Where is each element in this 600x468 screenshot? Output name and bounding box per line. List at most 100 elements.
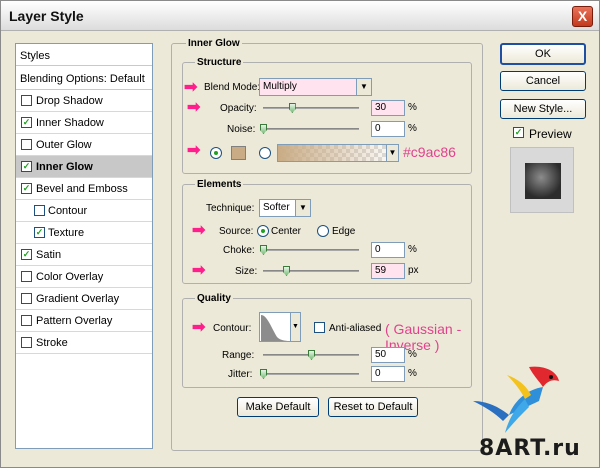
blend-mode-select[interactable]: Multiply ▼ [259, 78, 372, 96]
glow-color-swatch[interactable] [231, 146, 246, 160]
style-item-label: Satin [36, 249, 62, 261]
noise-slider[interactable] [263, 128, 359, 130]
choke-slider-thumb[interactable] [260, 245, 267, 255]
style-item-label: Contour [48, 205, 88, 217]
opacity-slider-thumb[interactable] [288, 103, 296, 113]
style-item-checkbox[interactable]: ✓ [21, 249, 32, 260]
style-item-checkbox[interactable] [21, 271, 32, 282]
styles-header[interactable]: Styles [16, 44, 152, 66]
technique-label: Technique: [206, 203, 255, 214]
style-item-checkbox[interactable] [21, 315, 32, 326]
source-center-radio[interactable] [257, 225, 269, 237]
style-item[interactable]: ✓ Texture [16, 222, 152, 244]
pink-arrow-icon: ➡ [192, 262, 206, 279]
style-item-checkbox[interactable] [21, 95, 32, 106]
style-item-checkbox[interactable] [21, 337, 32, 348]
style-item[interactable]: ✓ Satin [16, 244, 152, 266]
ok-button[interactable]: OK [500, 43, 586, 65]
preview-swatch [525, 163, 561, 199]
style-item-label: Drop Shadow [36, 95, 103, 107]
chevron-down-icon[interactable]: ▼ [290, 313, 300, 341]
chevron-down-icon: ▼ [356, 79, 371, 95]
center-label: Center [271, 226, 302, 237]
style-item-checkbox[interactable]: ✓ [21, 183, 32, 194]
watermark-text: 8ART.ru [479, 436, 581, 461]
style-item-checkbox[interactable] [34, 205, 45, 216]
size-label: Size: [235, 266, 258, 277]
noise-label: Noise: [227, 124, 256, 135]
jitter-slider[interactable] [263, 373, 359, 375]
opacity-input[interactable]: 30 [371, 100, 405, 116]
noise-input[interactable]: 0 [371, 121, 405, 137]
style-item-checkbox[interactable]: ✓ [21, 161, 32, 172]
style-item[interactable]: ✓ Inner Glow [16, 156, 152, 178]
style-item-label: Pattern Overlay [36, 315, 113, 327]
panel-title: Inner Glow [186, 38, 242, 49]
style-item-label: Color Overlay [36, 271, 104, 283]
title-bar: Layer Style X [1, 1, 599, 31]
jitter-input[interactable]: 0 [371, 366, 405, 382]
choke-unit: % [408, 244, 417, 255]
style-item-label: Outer Glow [36, 139, 92, 151]
technique-select[interactable]: Softer ▼ [259, 199, 311, 217]
blend-mode-value: Multiply [263, 81, 297, 92]
jitter-unit: % [408, 368, 417, 379]
size-input[interactable]: 59 [371, 263, 405, 279]
contour-picker[interactable]: ▼ [259, 312, 301, 342]
gradient-radio[interactable] [259, 147, 271, 159]
style-item[interactable]: Color Overlay [16, 266, 152, 288]
style-item-checkbox[interactable] [21, 139, 32, 150]
range-input[interactable]: 50 [371, 347, 405, 363]
style-item-label: Texture [48, 227, 85, 239]
choke-input[interactable]: 0 [371, 242, 405, 258]
style-item[interactable]: Contour [16, 200, 152, 222]
anti-aliased-label: Anti-aliased [329, 323, 382, 334]
style-item-label: Stroke [36, 337, 68, 349]
make-default-button[interactable]: Make Default [237, 397, 319, 417]
style-item[interactable]: Drop Shadow [16, 90, 152, 112]
pink-arrow-icon: ➡ [187, 142, 201, 159]
new-style-button[interactable]: New Style... [500, 99, 586, 119]
jitter-slider-thumb[interactable] [260, 369, 267, 379]
anti-aliased-checkbox[interactable] [314, 322, 325, 333]
size-slider[interactable] [263, 270, 359, 272]
style-item[interactable]: Stroke [16, 332, 152, 354]
gradient-picker[interactable]: ▼ [277, 144, 399, 162]
contour-curve-icon [261, 315, 291, 341]
contour-label: Contour: [213, 323, 252, 334]
edge-label: Edge [332, 226, 356, 237]
pink-arrow-icon: ➡ [184, 79, 198, 96]
choke-slider[interactable] [263, 249, 359, 251]
style-item[interactable]: Gradient Overlay [16, 288, 152, 310]
source-label: Source: [219, 226, 254, 237]
style-item-label: Gradient Overlay [36, 293, 120, 305]
blending-options-item[interactable]: Blending Options: Default [16, 66, 152, 90]
style-item[interactable]: ✓ Inner Shadow [16, 112, 152, 134]
elements-title: Elements [195, 179, 244, 190]
chevron-down-icon[interactable]: ▼ [386, 145, 398, 161]
preview-thumbnail [510, 147, 574, 213]
close-button[interactable]: X [572, 6, 593, 27]
technique-value: Softer [263, 202, 290, 213]
range-slider-thumb[interactable] [308, 350, 315, 360]
style-item[interactable]: ✓ Bevel and Emboss [16, 178, 152, 200]
cancel-button[interactable]: Cancel [500, 71, 586, 91]
style-item-checkbox[interactable]: ✓ [21, 117, 32, 128]
reset-to-default-button[interactable]: Reset to Default [328, 397, 418, 417]
noise-slider-thumb[interactable] [260, 124, 267, 134]
style-item-checkbox[interactable] [21, 293, 32, 304]
style-item[interactable]: Outer Glow [16, 134, 152, 156]
solid-color-radio[interactable] [210, 147, 222, 159]
pink-arrow-icon: ➡ [187, 99, 201, 116]
size-slider-thumb[interactable] [283, 266, 291, 276]
structure-group: Structure ➡ Blend Mode: Multiply ▼ ➡ Opa… [182, 57, 472, 174]
inner-glow-panel: Inner Glow Structure ➡ Blend Mode: Multi… [171, 38, 483, 451]
opacity-slider[interactable] [263, 107, 359, 109]
jitter-label: Jitter: [228, 369, 253, 380]
quality-group: Quality ➡ Contour: ▼ Anti-aliased ( Gaus… [182, 293, 472, 388]
preview-checkbox[interactable]: ✓ [513, 127, 524, 138]
style-item[interactable]: Pattern Overlay [16, 310, 152, 332]
source-edge-radio[interactable] [317, 225, 329, 237]
structure-title: Structure [195, 57, 244, 68]
style-item-checkbox[interactable]: ✓ [34, 227, 45, 238]
